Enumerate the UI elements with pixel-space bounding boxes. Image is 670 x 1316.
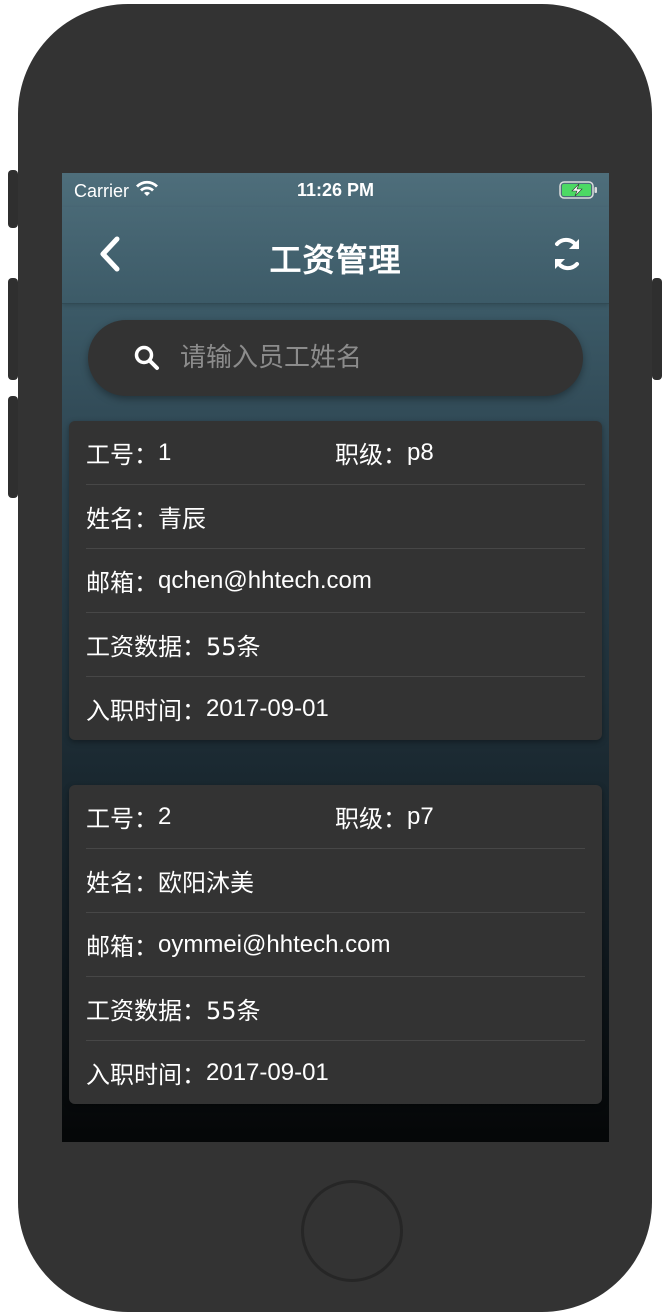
employee-hire-date-label: 入职时间： [86,697,206,725]
mute-switch [8,170,18,228]
employee-name-row: 姓名： 欧阳沐美 [86,849,585,913]
employee-salary-row: 工资数据： 55条 [86,977,585,1041]
status-time: 11:26 PM [296,180,375,200]
employee-hire-date-value: 2017-09-01 [206,694,329,722]
employee-hire-date-value: 2017-09-01 [206,1058,329,1086]
home-button[interactable] [301,1180,403,1282]
employee-id-value: 1 [158,438,172,466]
employee-level-label: 职级： [335,805,407,833]
employee-email-value: oymmei@hhtech.com [158,930,391,958]
volume-down-button [8,396,18,498]
employee-level-label: 职级： [335,441,407,469]
employee-name-value: 青辰 [158,505,206,533]
employee-email-label: 邮箱： [86,933,158,961]
employee-email-row: 邮箱： qchen@hhtech.com [86,549,585,613]
employee-level: 职级： p7 [335,785,434,848]
employee-id-label: 工号： [86,805,158,833]
page-title: 工资管理 [269,241,402,279]
power-button [652,278,662,380]
employee-id-level-row: 工号： 2 职级： p7 [86,785,585,849]
employee-salary-label: 工资数据： [86,633,206,661]
employee-name-value: 欧阳沐美 [158,869,254,897]
employee-level: 职级： p8 [335,421,434,484]
search-input[interactable] [178,342,562,374]
employee-email-row: 邮箱： oymmei@hhtech.com [86,913,585,977]
employee-card[interactable]: 工号： 2 职级： p7 姓名： 欧阳沐美 邮箱： oymmei@hhtech.com … [69,785,602,1104]
employee-name-row: 姓名： 青辰 [86,485,585,549]
employee-id: 工号： 1 [86,421,171,484]
employee-salary-label: 工资数据： [86,997,206,1025]
volume-up-button [8,278,18,380]
refresh-icon [550,235,584,277]
employee-salary-value: 55条 [206,997,261,1025]
employee-name-label: 姓名： [86,505,158,533]
employee-id-level-row: 工号： 1 职级： p8 [86,421,585,485]
employee-email-label: 邮箱： [86,569,158,597]
employee-hire-date-label: 入职时间： [86,1061,206,1089]
battery-charging-icon [559,181,599,204]
employee-id-label: 工号： [86,441,158,469]
refresh-button[interactable] [547,235,587,277]
search-bar[interactable] [88,320,583,396]
employee-name-label: 姓名： [86,869,158,897]
employee-id: 工号： 2 [86,785,171,848]
employee-level-value: p8 [407,438,434,466]
navigation-bar: 工资管理 [62,207,609,304]
employee-level-value: p7 [407,802,434,830]
employee-hire-date-row: 入职时间： 2017-09-01 [86,677,585,740]
employee-hire-date-row: 入职时间： 2017-09-01 [86,1041,585,1104]
search-icon [134,344,162,372]
employee-id-value: 2 [158,802,172,830]
status-bar: Carrier 11:26 PM [62,173,609,207]
employee-salary-value: 55条 [206,633,261,661]
employee-card[interactable]: 工号： 1 职级： p8 姓名： 青辰 邮箱： qchen@hhtech.com 工资数… [69,421,602,740]
employee-salary-row: 工资数据： 55条 [86,613,585,677]
employee-email-value: qchen@hhtech.com [158,566,372,594]
app-screen: Carrier 11:26 PM 工资管理 请输入员工姓名 工号： 1 职级： … [62,173,609,1142]
